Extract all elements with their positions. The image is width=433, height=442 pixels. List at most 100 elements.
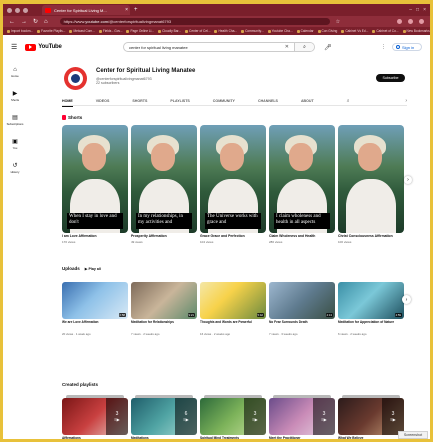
bookmark-item[interactable]: Youtube Cha...: [267, 29, 293, 33]
subscribe-button[interactable]: Subscribe: [376, 74, 405, 82]
tab-channels[interactable]: CHANNELS: [258, 96, 278, 106]
bookmark-item[interactable]: Favorite Playlis...: [37, 29, 65, 33]
short-title[interactable]: Grace Grace and Perfection: [200, 234, 266, 238]
sidebar-item-history[interactable]: ↺ History: [3, 156, 27, 180]
hamburger-menu-icon[interactable]: ☰: [11, 43, 17, 51]
playlist-title[interactable]: Spiritual Mind Treatments: [200, 436, 239, 440]
folder-icon: [7, 29, 10, 33]
sign-in-button[interactable]: Sign in: [392, 43, 422, 51]
short-thumbnail[interactable]: I claim wholeness and health in all aspe…: [269, 125, 335, 233]
playlist-thumbnail[interactable]: 6 ≡▶: [131, 398, 197, 435]
youtube-play-icon: [25, 43, 37, 51]
playlist-title[interactable]: Affirmations: [62, 436, 81, 440]
tab-close-icon[interactable]: ×: [125, 7, 128, 13]
bookmark-item[interactable]: Center of Cel...: [185, 29, 210, 33]
tab-videos[interactable]: VIDEOS: [96, 96, 110, 106]
short-thumbnail[interactable]: The Universe works with grace and: [200, 125, 266, 233]
sidebar-item-subscriptions[interactable]: ▤ Subscriptions: [3, 108, 27, 132]
channel-avatar[interactable]: [64, 67, 87, 90]
bookmark-item[interactable]: New Bookmarks: [402, 29, 430, 33]
search-box[interactable]: center for spiritual living manatee ✕ ⌕: [123, 42, 315, 52]
short-title[interactable]: Prosperity Affirmation: [131, 234, 197, 238]
tab-about[interactable]: ABOUT: [301, 96, 314, 106]
video-thumbnail[interactable]: 0:58: [62, 282, 128, 319]
video-thumbnail[interactable]: 9:21: [131, 282, 197, 319]
new-tab-icon[interactable]: +: [134, 7, 138, 13]
tab-home[interactable]: HOME: [62, 96, 73, 107]
playlist-thumbnail[interactable]: 3 ≡▶: [62, 398, 128, 435]
back-icon[interactable]: ←: [9, 19, 15, 25]
video-title[interactable]: We are Love Affirmation: [62, 320, 128, 325]
forward-icon[interactable]: →: [21, 19, 27, 25]
playlist-thumbnail[interactable]: 3 ≡▶: [200, 398, 266, 435]
video-title[interactable]: Thoughts and Words are Powerful: [200, 320, 266, 325]
tab-playlists[interactable]: PLAYLISTS: [170, 96, 189, 106]
bookmark-item[interactable]: Cloudly Bar...: [158, 29, 181, 33]
playlist-title[interactable]: What We Believe: [338, 436, 363, 440]
bookmark-item[interactable]: Fields - Gov...: [98, 29, 122, 33]
bookmark-item[interactable]: Cabinet Vs Ed...: [341, 29, 368, 33]
maximize-icon[interactable]: □: [416, 7, 419, 13]
bookmark-item[interactable]: Metcast Com...: [69, 29, 95, 33]
sidebar-item-home[interactable]: ⌂ Home: [3, 60, 27, 84]
bookmark-item[interactable]: Con Giving: [317, 29, 337, 33]
bookmark-star-icon[interactable]: ☆: [336, 19, 340, 25]
search-button[interactable]: ⌕: [294, 43, 314, 51]
playlist-title[interactable]: Meet the Practitioner: [269, 436, 301, 440]
video-title[interactable]: Meditation for Appreciation of Nature: [338, 320, 404, 325]
short-title[interactable]: I am Love Affirmation: [62, 234, 128, 238]
sidebar-item-you[interactable]: ▣ You: [3, 132, 27, 156]
short-thumbnail[interactable]: When I stay in love and don't: [62, 125, 128, 233]
more-options-icon[interactable]: ⋮: [381, 44, 386, 50]
playlist-thumbnail[interactable]: 3 ≡▶: [338, 398, 404, 435]
search-input[interactable]: center for spiritual living manatee: [129, 45, 285, 50]
short-thumbnail[interactable]: [338, 125, 404, 233]
bookmark-item[interactable]: Page Online Li...: [126, 29, 154, 33]
microphone-icon[interactable]: 🎤︎: [324, 44, 332, 51]
playlist-title[interactable]: Meditations: [131, 436, 149, 440]
mini-sidebar: ⌂ Home ▶ Shorts ▤ Subscriptions ▣ You ↺ History: [3, 60, 27, 180]
tab-shorts[interactable]: SHORTS: [132, 96, 147, 106]
youtube-header: ☰ YouTube center for spiritual living ma…: [3, 36, 430, 58]
video-thumbnail[interactable]: 4:59: [338, 282, 404, 319]
minimize-icon[interactable]: –: [409, 7, 412, 13]
window-close-icon[interactable]: ×: [423, 7, 426, 13]
url-field[interactable]: https://www.youtube.com/@centerforspirit…: [59, 18, 330, 25]
video-meta: 7 views · 3 weeks ago: [269, 332, 298, 336]
reload-icon[interactable]: ↻: [33, 18, 38, 25]
screenshot-tag: Screenshot: [398, 431, 428, 439]
menu-icon[interactable]: [419, 19, 424, 24]
video-title[interactable]: No Fear Surrounds Death: [269, 320, 335, 325]
bookmark-item[interactable]: Cabinet of Co...: [372, 29, 399, 33]
short-title[interactable]: Claim Wholeness and Health: [269, 234, 335, 238]
bookmark-item[interactable]: Calendar: [296, 29, 314, 33]
bookmark-item[interactable]: Health Cha...: [214, 29, 237, 33]
video-title[interactable]: Meditation for Relationships: [131, 320, 197, 325]
extension-icon[interactable]: [397, 19, 402, 24]
sidebar-item-shorts[interactable]: ▶ Shorts: [3, 84, 27, 108]
profile-icon[interactable]: [408, 19, 413, 24]
tab-community[interactable]: COMMUNITY: [213, 96, 235, 106]
home-browser-icon[interactable]: ⌂: [44, 19, 48, 25]
address-bar-row: ← → ↻ ⌂ https://www.youtube.com/@centerf…: [3, 16, 430, 27]
video-meta: 7 views · 2 weeks ago: [131, 332, 160, 336]
play-all-button[interactable]: ▶ Play all: [85, 267, 101, 271]
clear-search-icon[interactable]: ✕: [285, 44, 289, 50]
short-title[interactable]: Christ Consciousness Affirmation: [338, 234, 404, 238]
bookmark-item[interactable]: Community...: [241, 29, 264, 33]
video-thumbnail[interactable]: 5:42: [200, 282, 266, 319]
tabs-next-icon[interactable]: ›: [405, 98, 407, 104]
shorts-next-arrow-icon[interactable]: ›: [404, 176, 412, 184]
folder-icon: [98, 29, 102, 33]
short-caption: In my relationships, in my activities an…: [136, 213, 192, 229]
playlist-thumbnail[interactable]: 3 ≡▶: [269, 398, 335, 435]
uploads-next-arrow-icon[interactable]: ›: [402, 295, 411, 304]
short-views: 100 views: [338, 240, 352, 244]
youtube-logo[interactable]: YouTube: [25, 43, 62, 51]
video-thumbnail[interactable]: 4:13: [269, 282, 335, 319]
bookmark-item[interactable]: Import bookm...: [7, 29, 33, 33]
channel-search-icon[interactable]: ⌕: [347, 98, 350, 104]
short-thumbnail[interactable]: In my relationships, in my activities an…: [131, 125, 197, 233]
browser-tab[interactable]: Center for Spiritual Living M... ×: [42, 5, 130, 15]
window-controls[interactable]: [7, 7, 28, 13]
